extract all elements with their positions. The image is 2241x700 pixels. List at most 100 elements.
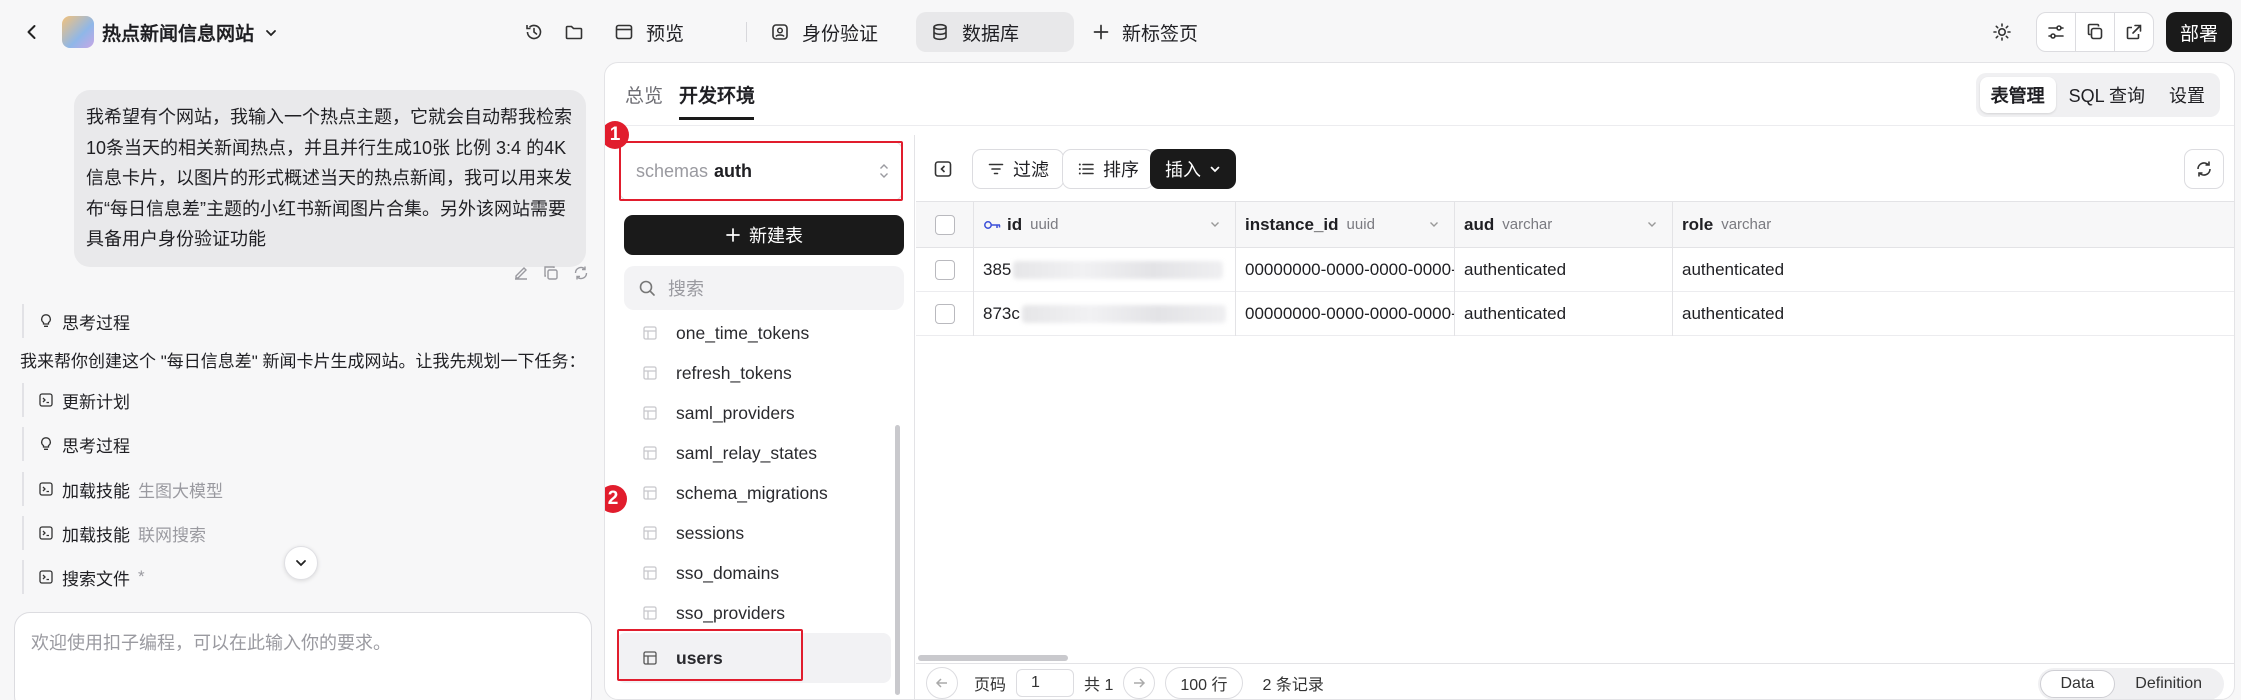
open-external-icon[interactable] [2114, 12, 2154, 52]
table-item[interactable]: sso_domains [642, 553, 779, 593]
step-label: 更新计划 [62, 392, 130, 412]
filter-button[interactable]: 过滤 [972, 149, 1064, 189]
table-item[interactable]: one_time_tokens [642, 313, 809, 353]
table-cell[interactable]: authenticated [1454, 292, 1672, 336]
plus-icon [1092, 23, 1110, 41]
tab-new[interactable]: 新标签页 [1078, 12, 1212, 52]
refresh-icon [2194, 159, 2214, 179]
scroll-down-button[interactable] [284, 546, 318, 580]
table-item[interactable]: refresh_tokens [642, 353, 792, 393]
table-cell[interactable]: 385 [973, 248, 1235, 292]
tab-label: 数据库 [962, 23, 1020, 45]
table-item[interactable]: saml_providers [642, 393, 795, 433]
subtab-overview[interactable]: 总览 [625, 81, 663, 108]
select-all-checkbox[interactable] [934, 214, 955, 235]
copy-icon[interactable] [542, 264, 560, 282]
table-item[interactable]: sso_providers [642, 593, 785, 633]
sidebar-scrollbar[interactable] [895, 425, 900, 695]
step-thinking[interactable]: 思考过程 [22, 304, 130, 338]
tab-database[interactable]: 数据库 [916, 12, 1074, 52]
edit-icon[interactable] [512, 264, 530, 282]
theme-sun-icon[interactable] [1982, 12, 2022, 52]
table-cell[interactable]: authenticated [1672, 292, 2234, 336]
chevron-down-icon[interactable] [1209, 218, 1221, 230]
page-input[interactable]: 1 [1016, 668, 1075, 697]
column-name: id [1007, 214, 1023, 234]
view-segmented-control: 表管理 SQL 查询 设置 [1975, 73, 2220, 117]
chevron-down-icon[interactable] [1428, 218, 1440, 230]
column-header-role[interactable]: role varchar [1672, 201, 2234, 248]
step-badge-2: 2 [605, 485, 627, 513]
step-thinking[interactable]: 思考过程 [22, 427, 130, 461]
insert-button[interactable]: 插入 [1150, 149, 1236, 189]
user-message: 我希望有个网站，我输入一个热点主题，它就会自动帮我检索10条当天的相关新闻热点，… [74, 90, 586, 267]
refresh-button[interactable] [2184, 149, 2224, 189]
toggle-sidebar-button[interactable] [926, 149, 960, 189]
view-definition-button[interactable]: Definition [2115, 670, 2222, 698]
step-update-plan[interactable]: 更新计划 [22, 383, 130, 417]
table-item[interactable]: saml_relay_states [642, 433, 817, 473]
rows-per-page-select[interactable]: 100 行 [1165, 666, 1243, 699]
column-header-instance-id[interactable]: instance_id uuid [1235, 201, 1454, 248]
column-divider [973, 201, 974, 336]
sort-button[interactable]: 排序 [1062, 149, 1154, 189]
sort-list-icon [1077, 160, 1095, 178]
step-label: 搜索文件 [62, 569, 130, 589]
tab-divider [746, 22, 747, 42]
tab-auth[interactable]: 身份验证 [756, 12, 892, 52]
schema-sidebar: schemas auth 1 新建表 搜索 one_time_tokens re… [605, 121, 915, 699]
tab-label: 身份验证 [802, 23, 879, 45]
segment-settings[interactable]: 设置 [2158, 77, 2216, 113]
table-item[interactable]: schema_migrations [642, 473, 828, 513]
chat-input[interactable]: 欢迎使用扣子编程，可以在此输入你的要求。 [14, 612, 592, 700]
back-icon[interactable] [12, 12, 52, 52]
lightbulb-icon [38, 436, 54, 452]
copy-icon[interactable] [2075, 12, 2115, 52]
column-name: instance_id [1245, 214, 1339, 234]
row-checkbox[interactable] [934, 303, 955, 324]
step-label: 加载技能 [62, 525, 130, 545]
step-label: 加载技能 [62, 481, 130, 501]
column-header-aud[interactable]: aud varchar [1454, 201, 1672, 248]
next-page-button[interactable] [1123, 666, 1156, 699]
total-pages: 共 1 [1084, 676, 1114, 694]
deploy-button[interactable]: 部署 [2166, 12, 2232, 52]
prev-page-button[interactable] [926, 666, 958, 699]
subtab-dev-env[interactable]: 开发环境 [679, 81, 755, 108]
highlight-box-schema [619, 141, 903, 201]
view-data-button[interactable]: Data [2039, 670, 2116, 698]
horizontal-scrollbar[interactable] [918, 655, 1068, 661]
folder-icon[interactable] [554, 12, 594, 52]
chevron-down-icon [264, 26, 278, 40]
chevron-down-icon[interactable] [1646, 218, 1658, 230]
table-cell[interactable]: authenticated [1454, 248, 1672, 292]
history-icon[interactable] [514, 12, 554, 52]
segment-sql-query[interactable]: SQL 查询 [2058, 77, 2156, 113]
table-cell[interactable]: 00000000-0000-0000-0000-000000000000 [1235, 292, 1454, 336]
retry-icon[interactable] [572, 264, 590, 282]
project-switcher[interactable]: 热点新闻信息网站 [102, 19, 278, 46]
table-item[interactable]: sessions [642, 513, 744, 553]
table-cell[interactable]: 00000000-0000-0000-0000-000000000000 [1235, 248, 1454, 292]
table-search-input[interactable]: 搜索 [624, 266, 904, 310]
tab-preview[interactable]: 预览 [600, 12, 698, 52]
subtab-divider [605, 125, 2234, 126]
database-panel: 总览 开发环境 表管理 SQL 查询 设置 schemas auth 1 新建表… [604, 62, 2235, 700]
column-header-id[interactable]: id uuid [973, 201, 1235, 248]
rows-per-page-value: 100 行 [1180, 676, 1228, 694]
row-select-cell [916, 248, 973, 292]
row-checkbox[interactable] [934, 259, 955, 280]
column-name: aud [1464, 214, 1495, 234]
step-load-skill[interactable]: 加载技能 联网搜索 [22, 516, 206, 550]
message-actions [512, 264, 590, 282]
settings-sliders-icon[interactable] [2036, 12, 2076, 52]
step-load-skill[interactable]: 加载技能 生图大模型 [22, 472, 223, 506]
step-search-files[interactable]: 搜索文件 * [22, 560, 145, 594]
table-icon [642, 325, 658, 341]
segment-table-manage[interactable]: 表管理 [1979, 77, 2056, 113]
table-item-label: saml_providers [676, 402, 795, 423]
table-cell[interactable]: 873c [973, 292, 1235, 336]
column-divider [1454, 201, 1455, 336]
table-cell[interactable]: authenticated [1672, 248, 2234, 292]
new-table-button[interactable]: 新建表 [624, 215, 904, 255]
